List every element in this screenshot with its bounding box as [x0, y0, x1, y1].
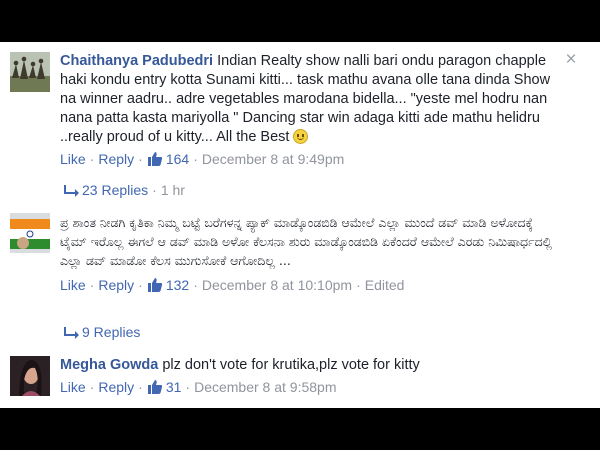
- view-replies-link[interactable]: 9 Replies: [62, 323, 140, 341]
- comment-actions: Like · Reply · 31 · December 8 at 9:58pm: [60, 379, 337, 395]
- reply-link[interactable]: Reply: [98, 151, 134, 167]
- avatar[interactable]: [10, 213, 50, 253]
- reply-link[interactable]: Reply: [98, 277, 134, 293]
- avatar[interactable]: [10, 52, 50, 92]
- view-replies-link[interactable]: 23 Replies · 1 hr: [62, 181, 185, 199]
- author-name[interactable]: Megha Gowda: [60, 357, 158, 373]
- like-link[interactable]: Like: [60, 277, 86, 293]
- replies-time: 1 hr: [160, 182, 185, 198]
- timestamp[interactable]: December 8 at 9:58pm: [194, 379, 336, 395]
- like-count[interactable]: 164: [147, 151, 189, 167]
- smiley-emoji-icon: [293, 129, 309, 144]
- comment-text: Chaithanya Padubedri Indian Realty show …: [60, 52, 560, 147]
- close-icon[interactable]: ×: [563, 50, 579, 69]
- edited-label[interactable]: Edited: [365, 277, 405, 293]
- comment-actions: Like · Reply · 164 · December 8 at 9:49pm: [60, 151, 345, 167]
- author-name[interactable]: Chaithanya Padubedri: [60, 53, 213, 69]
- comment-body: ಪ್ರ ಶಾಂತ ನೀಡಗಿ ಕೃತಿಕಾ ನಿಮ್ಮ ಬಟ್ಟೆ ಬರೆಗಳನ…: [60, 215, 553, 268]
- like-link[interactable]: Like: [60, 151, 86, 167]
- comment-actions: Like · Reply · 132 · December 8 at 10:10pm · Edi…: [60, 277, 405, 293]
- thumbs-up-icon: [147, 152, 162, 166]
- comment-text: Megha Gowda plz don't vote for krutika,p…: [60, 356, 560, 375]
- like-link[interactable]: Like: [60, 379, 86, 395]
- like-count[interactable]: 132: [147, 277, 189, 293]
- thumbs-up-icon: [147, 278, 162, 292]
- thumbs-up-icon: [147, 380, 162, 394]
- reply-arrow-icon: [64, 327, 79, 339]
- reply-arrow-icon: [64, 185, 79, 197]
- comment-body: plz don't vote for krutika,plz vote for …: [162, 357, 420, 373]
- timestamp[interactable]: December 8 at 10:10pm: [202, 277, 352, 293]
- like-count[interactable]: 31: [147, 379, 181, 395]
- reply-link[interactable]: Reply: [98, 379, 134, 395]
- avatar[interactable]: [10, 356, 50, 396]
- timestamp[interactable]: December 8 at 9:49pm: [202, 151, 344, 167]
